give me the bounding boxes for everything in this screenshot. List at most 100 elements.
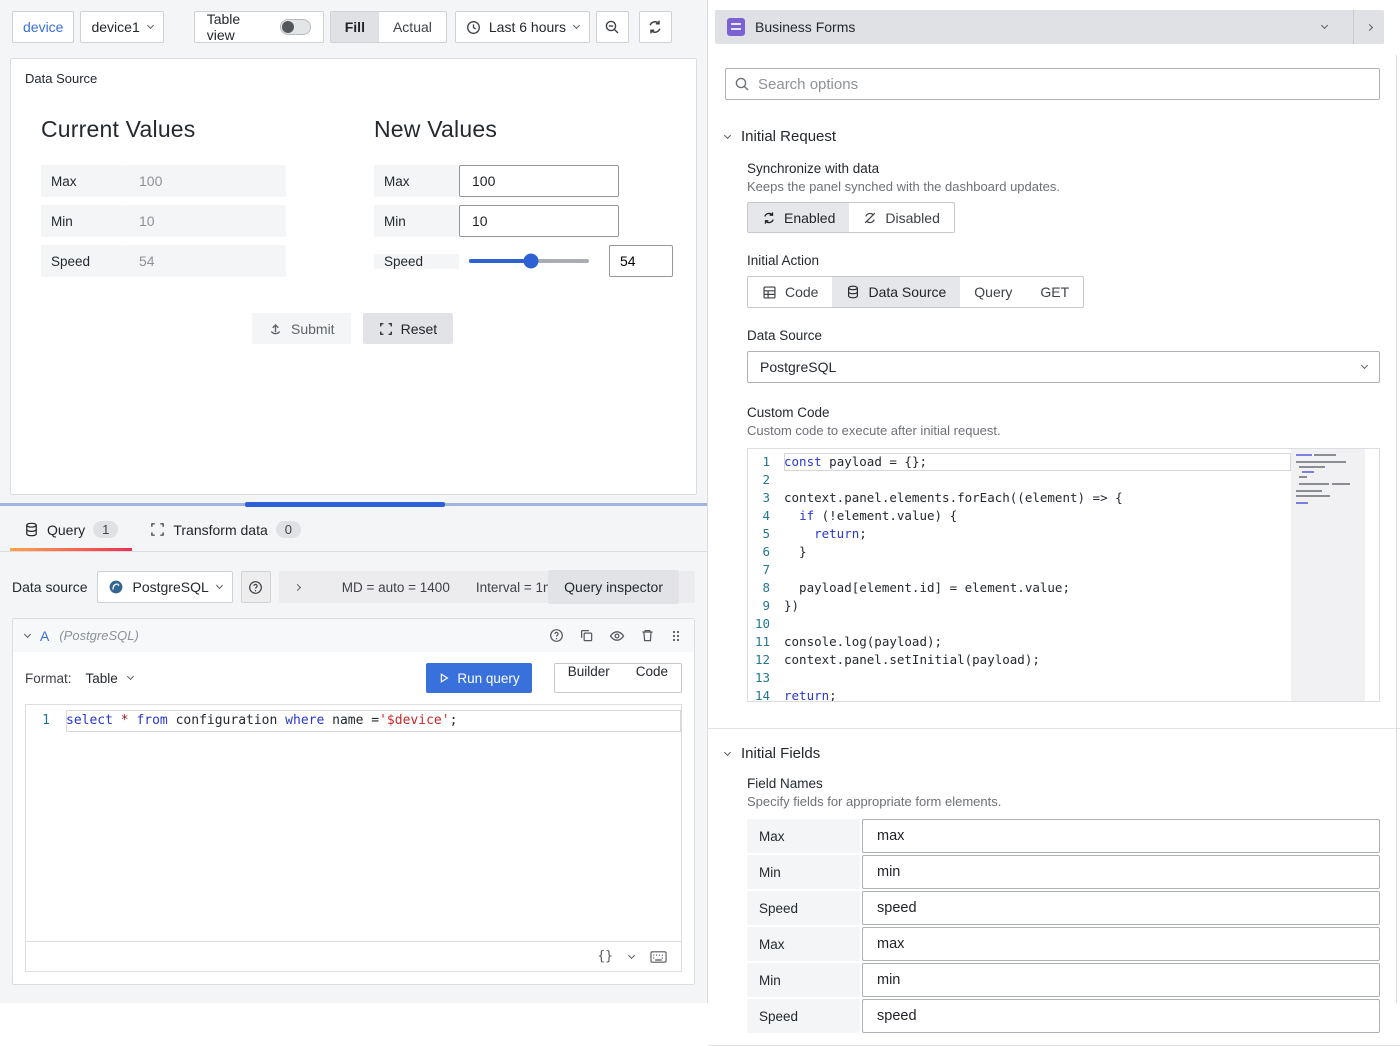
- eye-icon[interactable]: [609, 628, 625, 644]
- query-tabs: Query 1 Transform data 0: [0, 508, 707, 552]
- action-query-option[interactable]: Query: [960, 277, 1026, 307]
- code-line: 9}): [748, 597, 1291, 615]
- field-min-input-2[interactable]: [862, 963, 1380, 997]
- current-min-input[interactable]: [126, 205, 286, 237]
- code-line: 3context.panel.elements.forEach((element…: [748, 489, 1291, 507]
- section-initial-fields[interactable]: Initial Fields: [725, 745, 1380, 762]
- action-get-option[interactable]: GET: [1026, 277, 1083, 307]
- action-code-option[interactable]: Code: [748, 277, 832, 307]
- fill-actual-segment: Fill Actual: [330, 11, 447, 43]
- drag-handle-icon[interactable]: [670, 629, 682, 643]
- pane-splitter[interactable]: [0, 503, 707, 506]
- field-speed-input-2[interactable]: [862, 999, 1380, 1033]
- code-grid-icon: [762, 285, 777, 300]
- datasource-help-button[interactable]: [241, 571, 271, 603]
- tab-transform-data[interactable]: Transform data 0: [136, 508, 315, 551]
- field-speed-input-1[interactable]: [862, 891, 1380, 925]
- speed-slider[interactable]: [469, 259, 589, 263]
- field-names-description: Specify fields for appropriate form elem…: [747, 794, 1380, 809]
- datasource-picker[interactable]: PostgreSQL: [97, 571, 232, 603]
- form-row: Max: [374, 165, 673, 197]
- new-max-input[interactable]: [459, 165, 619, 197]
- current-speed-input[interactable]: [126, 245, 286, 277]
- options-collapse-button[interactable]: [1353, 10, 1384, 44]
- new-speed-input[interactable]: [609, 245, 673, 277]
- slider-thumb[interactable]: [524, 254, 539, 269]
- builder-option[interactable]: Builder: [555, 664, 623, 692]
- submit-button[interactable]: Submit: [252, 313, 351, 344]
- max-datapoints-stat: MD = auto = 1400: [342, 580, 450, 595]
- code-line: 5 return;: [748, 525, 1291, 543]
- code-line: 2: [748, 471, 1291, 489]
- visualization-picker[interactable]: Business Forms: [715, 10, 1384, 44]
- help-icon[interactable]: [549, 628, 564, 643]
- code-line: 1select * from configuration where name …: [26, 710, 681, 732]
- format-select[interactable]: Table: [86, 671, 133, 686]
- code-line: 6 }: [748, 543, 1291, 561]
- dashboard-pane: device device1 Table view Fill Actual La…: [0, 0, 707, 1003]
- table-view-toggle[interactable]: [280, 19, 311, 35]
- datasource-select[interactable]: PostgreSQL: [747, 351, 1380, 383]
- field-row: Speed: [747, 891, 1380, 925]
- field-row: Max: [747, 819, 1380, 853]
- sync-enabled-option[interactable]: Enabled: [748, 203, 849, 232]
- custom-code-editor[interactable]: 1const payload = {};23context.panel.elem…: [747, 448, 1380, 702]
- tab-query[interactable]: Query 1: [10, 508, 132, 551]
- action-datasource-option[interactable]: Data Source: [832, 277, 960, 307]
- keyboard-icon[interactable]: [650, 950, 667, 964]
- chevron-right-icon: [1366, 23, 1373, 30]
- chevron-right-icon[interactable]: [294, 583, 301, 590]
- actual-option[interactable]: Actual: [379, 12, 446, 42]
- braces-icon[interactable]: {}: [597, 949, 613, 964]
- field-min-input-1[interactable]: [862, 855, 1380, 889]
- initial-action-segment: Code Data Source Query GET: [747, 276, 1084, 308]
- sync-disabled-option[interactable]: Disabled: [849, 203, 953, 232]
- query-row-header[interactable]: A (PostgreSQL): [13, 619, 694, 652]
- options-scrollbar[interactable]: [1396, 55, 1397, 1003]
- fill-option[interactable]: Fill: [331, 12, 379, 42]
- chevron-down-icon: [147, 22, 154, 29]
- section-initial-request[interactable]: Initial Request: [725, 128, 1380, 145]
- collapse-chevron-icon[interactable]: [24, 630, 31, 637]
- chevron-down-icon[interactable]: [628, 951, 635, 958]
- visualization-name: Business Forms: [755, 19, 855, 35]
- chevron-down-icon: [573, 22, 580, 29]
- panel-preview: Data Source Current Values Max Min Speed: [10, 58, 697, 495]
- code-line: 8 payload[element.id] = element.value;: [748, 579, 1291, 597]
- zoom-out-icon: [604, 19, 620, 35]
- options-pane: Business Forms Initial Request Synchroni…: [707, 0, 1400, 1003]
- options-search-input[interactable]: [758, 76, 1371, 93]
- submit-icon: [268, 321, 283, 336]
- zoom-out-button[interactable]: [596, 11, 629, 43]
- collapse-chevron-icon: [724, 131, 731, 138]
- reset-button[interactable]: Reset: [363, 313, 454, 344]
- sql-code-editor[interactable]: 1select * from configuration where name …: [25, 704, 682, 942]
- code-option[interactable]: Code: [623, 664, 681, 692]
- copy-icon[interactable]: [579, 628, 594, 643]
- query-inspector-button[interactable]: Query inspector: [548, 570, 679, 604]
- options-search[interactable]: [725, 68, 1380, 100]
- variable-value-dropdown[interactable]: device1: [80, 11, 163, 43]
- refresh-button[interactable]: [639, 11, 672, 43]
- field-max-input-2[interactable]: [862, 927, 1380, 961]
- trash-icon[interactable]: [640, 628, 655, 643]
- code-line: 1const payload = {};: [748, 453, 1291, 471]
- code-line: 13: [748, 669, 1291, 687]
- sql-editor-footer: {}: [25, 942, 682, 972]
- new-min-input[interactable]: [459, 205, 619, 237]
- refresh-icon: [647, 19, 663, 35]
- datasource-row: Data source PostgreSQL MD = auto = 1400 …: [12, 570, 695, 604]
- field-row: Min: [747, 963, 1380, 997]
- time-range-picker[interactable]: Last 6 hours: [455, 11, 590, 43]
- current-max-input[interactable]: [126, 165, 286, 197]
- splitter-grip[interactable]: [245, 502, 445, 507]
- new-values-section: New Values Max Min Speed: [374, 116, 673, 285]
- query-row-datasource: (PostgreSQL): [59, 628, 138, 643]
- field-max-input-1[interactable]: [862, 819, 1380, 853]
- editor-scroll-gutter[interactable]: [1365, 449, 1379, 701]
- database-icon: [846, 285, 860, 299]
- run-query-button[interactable]: Run query: [426, 663, 531, 693]
- query-ref-name: A: [40, 628, 49, 644]
- minimap[interactable]: [1291, 449, 1365, 701]
- datasource-option-label: Data Source: [747, 328, 1380, 343]
